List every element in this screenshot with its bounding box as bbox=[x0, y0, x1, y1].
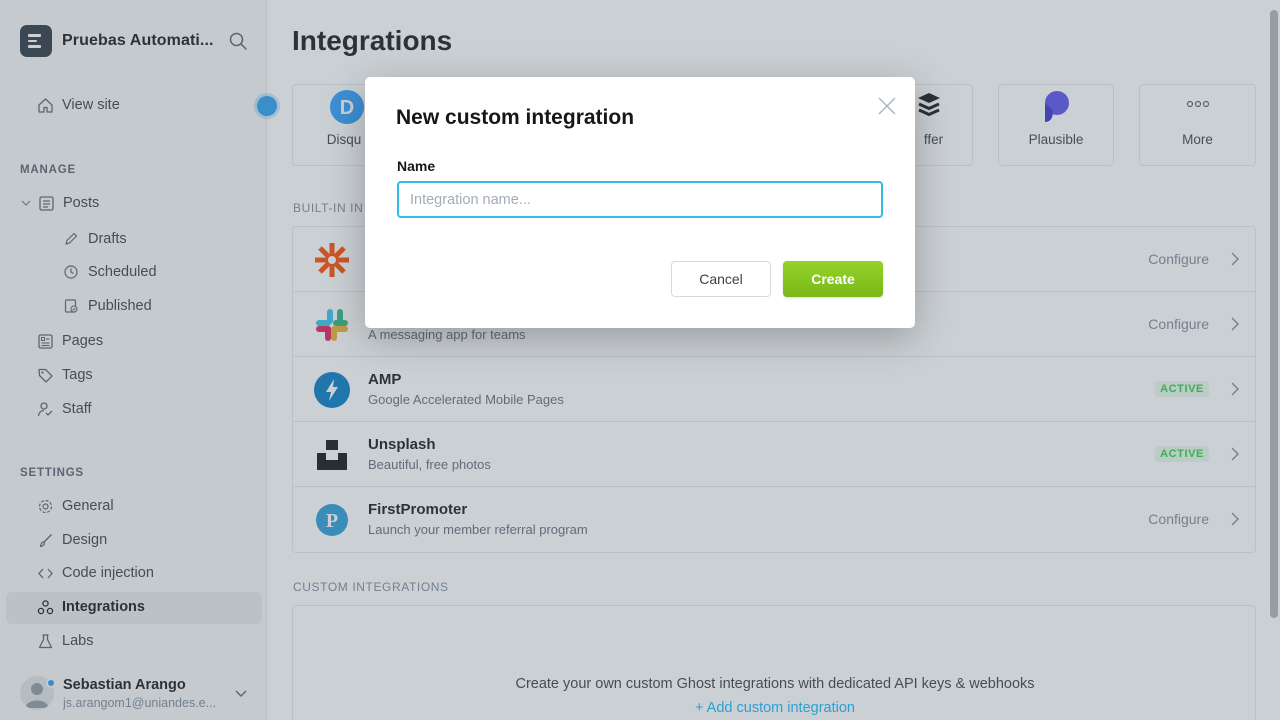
create-button[interactable]: Create bbox=[783, 261, 883, 297]
modal-title: New custom integration bbox=[396, 106, 635, 129]
cancel-button[interactable]: Cancel bbox=[671, 261, 771, 297]
integration-name-input[interactable] bbox=[397, 181, 883, 218]
new-integration-modal: New custom integration Name Cancel Creat… bbox=[365, 77, 915, 328]
scrollbar[interactable] bbox=[1270, 10, 1278, 618]
name-field-label: Name bbox=[397, 158, 436, 174]
close-icon[interactable] bbox=[877, 96, 897, 116]
